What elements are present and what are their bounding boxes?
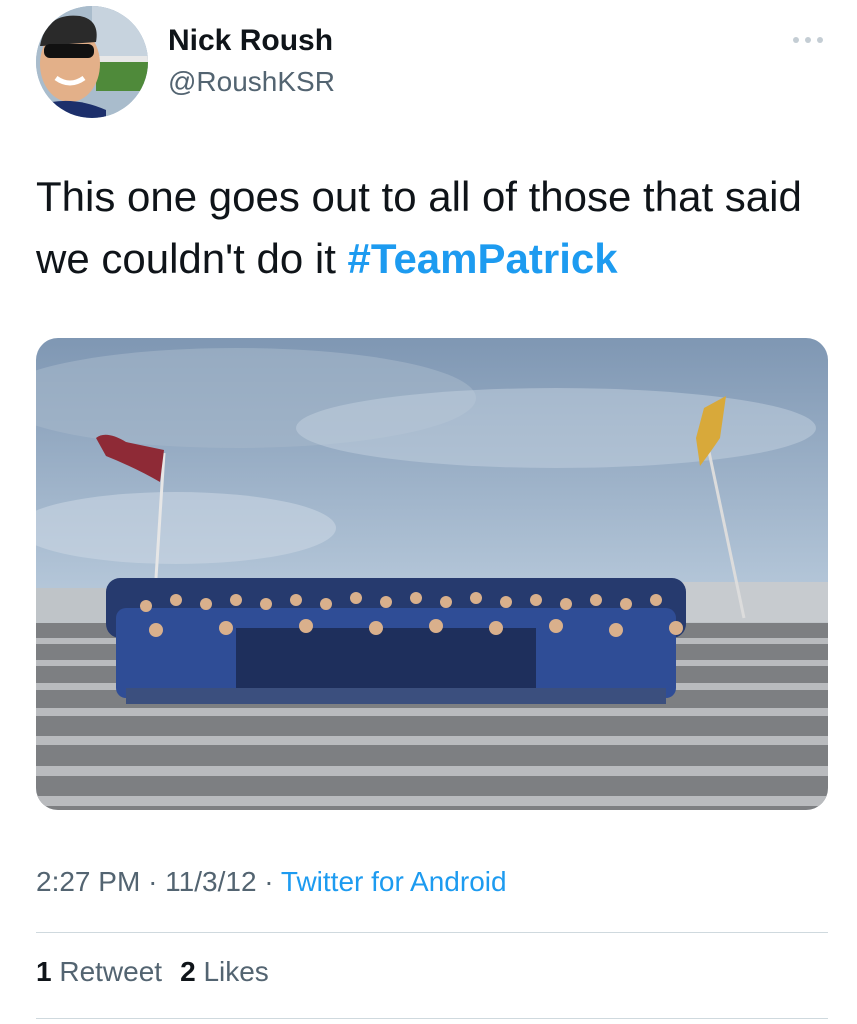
- meta-separator: ·: [148, 866, 158, 897]
- tweet-meta: 2:27 PM · 11/3/12 · Twitter for Android: [36, 866, 507, 898]
- more-options-button[interactable]: [790, 30, 826, 50]
- like-label: Likes: [203, 956, 269, 987]
- tweet-photo[interactable]: [36, 338, 828, 810]
- retweet-count: 1: [36, 956, 52, 987]
- likes-stat[interactable]: 2 Likes: [180, 956, 269, 987]
- like-count: 2: [180, 956, 196, 987]
- author-handle[interactable]: @RoushKSR: [168, 66, 335, 98]
- avatar-photo: [36, 6, 148, 118]
- tweet-text: This one goes out to all of those that s…: [36, 166, 826, 290]
- author-name[interactable]: Nick Roush: [168, 24, 333, 58]
- retweets-stat[interactable]: 1 Retweet: [36, 956, 162, 987]
- divider: [36, 932, 828, 933]
- meta-separator: ·: [264, 866, 274, 897]
- tweet-stats: 1 Retweet 2 Likes: [36, 956, 287, 988]
- tweet-date[interactable]: 11/3/12: [165, 866, 256, 897]
- hashtag-link[interactable]: #TeamPatrick: [348, 235, 618, 282]
- retweet-label: Retweet: [59, 956, 163, 987]
- divider: [36, 1018, 828, 1019]
- tweet-source-link[interactable]: Twitter for Android: [281, 866, 507, 897]
- stadium-crowd-photo: [36, 338, 828, 810]
- avatar[interactable]: [36, 6, 148, 118]
- tweet-time[interactable]: 2:27 PM: [36, 866, 140, 897]
- more-horizontal-icon: [793, 37, 823, 43]
